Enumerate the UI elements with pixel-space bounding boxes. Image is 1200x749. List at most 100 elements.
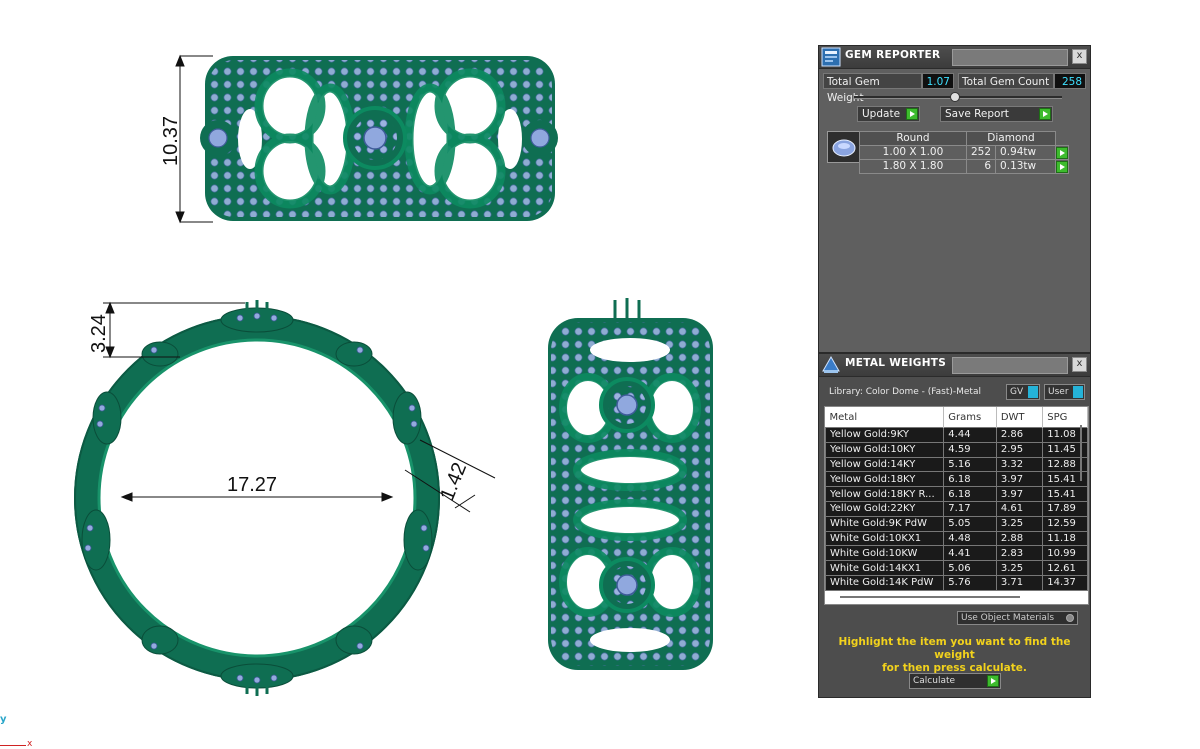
metal-row[interactable]: White Gold:9K PdW 5.05 3.25 12.59	[825, 515, 1088, 532]
user-dropdown[interactable]: User	[1044, 384, 1085, 400]
axis-x-label: x	[27, 739, 33, 749]
gem-size: 1.00 X 1.00	[859, 145, 967, 160]
metal-spg: 14.37	[1042, 574, 1088, 591]
gem-size: 1.80 X 1.80	[859, 159, 967, 174]
metal-name: Yellow Gold:10KY	[825, 441, 945, 458]
metal-row[interactable]: Yellow Gold:22KY 7.17 4.61 17.89	[825, 500, 1088, 517]
gem-reporter-close-button[interactable]: x	[1072, 49, 1087, 64]
calculate-button-label: Calculate	[913, 676, 956, 686]
gem-weight: 0.13tw	[995, 159, 1056, 174]
metal-column-header[interactable]: Metal	[825, 407, 945, 428]
save-report-arrow-icon	[1039, 108, 1051, 120]
metal-name: White Gold:10KW	[825, 545, 945, 562]
metal-row[interactable]: Yellow Gold:18KY 6.18 3.97 15.41	[825, 471, 1088, 488]
metal-name: White Gold:10KX1	[825, 530, 945, 547]
dimension-side-height-label: 3.24	[88, 314, 110, 353]
metal-row[interactable]: Yellow Gold:18KY R... 6.18 3.97 15.41	[825, 486, 1088, 502]
metal-spg: 17.89	[1042, 500, 1088, 517]
gem-row[interactable]: 1.80 X 1.80 6 0.13tw	[859, 159, 1069, 174]
metal-dwt: 2.88	[995, 530, 1044, 547]
gem-reporter-title: GEM REPORTER	[845, 49, 941, 61]
metal-spg: 12.59	[1042, 515, 1088, 532]
metal-grams: 4.44	[943, 427, 997, 443]
gem-weight: 0.94tw	[995, 145, 1056, 160]
metal-row[interactable]: Yellow Gold:9KY 4.44 2.86 11.08	[825, 427, 1088, 443]
top-view-ring	[200, 56, 558, 221]
metal-name: Yellow Gold:22KY	[825, 500, 945, 517]
metal-row[interactable]: White Gold:14K PdW 5.76 3.71 14.37	[825, 574, 1088, 591]
metal-table: Metal Grams DWT SPG Yellow Gold:9KY 4.44 2…	[825, 407, 1088, 591]
axis-x-line	[0, 745, 26, 746]
metal-dwt: 3.25	[995, 560, 1044, 576]
calculate-arrow-icon	[987, 675, 999, 687]
metal-name: White Gold:14KX1	[825, 560, 945, 576]
ring-drawing: 10.37 17.27 3.24 1.42	[74, 54, 713, 696]
metal-spg: 10.99	[1042, 545, 1088, 562]
metal-row[interactable]: White Gold:10KW 4.41 2.83 10.99	[825, 545, 1088, 562]
metal-grams: 5.06	[943, 560, 997, 576]
gem-count: 6	[965, 159, 997, 174]
metal-row[interactable]: White Gold:10KX1 4.48 2.88 11.18	[825, 530, 1088, 547]
save-report-button[interactable]: Save Report	[940, 106, 1053, 122]
metal-weights-icon	[821, 355, 841, 375]
metal-row[interactable]: White Gold:14KX1 5.06 3.25 12.61	[825, 560, 1088, 576]
axis-y-label: y	[0, 714, 7, 725]
calculate-button[interactable]: Calculate	[909, 673, 1001, 689]
metal-spg: 15.41	[1042, 486, 1088, 502]
metal-weights-close-button[interactable]: x	[1072, 357, 1087, 372]
metal-name: Yellow Gold:9KY	[825, 427, 945, 443]
metal-name: Yellow Gold:14KY	[825, 456, 945, 473]
dimension-top-height-label: 10.37	[160, 116, 182, 166]
metal-name: White Gold:14K PdW	[825, 574, 945, 591]
metal-weights-title: METAL WEIGHTS	[845, 357, 947, 369]
metal-name: White Gold:9K PdW	[825, 515, 945, 532]
total-gem-weight-value: 1.07	[922, 73, 954, 89]
use-object-materials-radio[interactable]	[1066, 614, 1074, 622]
gem-reporter-titlebar[interactable]: GEM REPORTER x	[819, 46, 1090, 69]
metal-dwt: 3.97	[995, 486, 1044, 502]
3d-viewport[interactable]: 10.37 17.27 3.24 1.42 y x	[0, 0, 815, 749]
round-gem-icon[interactable]	[827, 131, 861, 163]
metal-spg: 12.61	[1042, 560, 1088, 576]
metal-weights-titlebar[interactable]: METAL WEIGHTS x	[819, 354, 1090, 377]
metal-grams: 7.17	[943, 500, 997, 517]
metal-dwt: 3.97	[995, 471, 1044, 488]
gem-count: 252	[965, 145, 997, 160]
gem-shape-header: Round	[859, 131, 967, 146]
update-button[interactable]: Update	[857, 106, 920, 122]
side-view-ring	[548, 298, 713, 670]
metal-dwt: 3.71	[995, 574, 1044, 591]
gem-slider-handle[interactable]	[950, 92, 960, 102]
metal-row[interactable]: Yellow Gold:10KY 4.59 2.95 11.45	[825, 441, 1088, 458]
use-object-materials-option[interactable]: Use Object Materials	[957, 611, 1078, 625]
gem-row-arrow-icon[interactable]	[1056, 160, 1068, 173]
gv-dropdown-icon	[1028, 386, 1038, 398]
metal-grams: 6.18	[943, 471, 997, 488]
metal-row[interactable]: Yellow Gold:14KY 5.16 3.32 12.88	[825, 456, 1088, 473]
metal-spg: 11.18	[1042, 530, 1088, 547]
metal-weights-title-fill	[952, 357, 1068, 374]
use-object-materials-label: Use Object Materials	[961, 613, 1055, 623]
gem-table: Round Diamond 1.00 X 1.00 252 0.94tw 1.8…	[859, 131, 1069, 174]
gem-row-arrow-icon[interactable]	[1056, 146, 1068, 159]
metal-list[interactable]: Metal Grams DWT SPG Yellow Gold:9KY 4.44 2…	[824, 406, 1089, 605]
metal-list-horizontal-scrollbar[interactable]	[840, 596, 1020, 598]
metal-name: Yellow Gold:18KY R...	[825, 486, 945, 502]
user-dropdown-label: User	[1048, 387, 1069, 397]
dimension-band-width-label: 1.42	[436, 460, 471, 504]
dwt-column-header[interactable]: DWT	[996, 407, 1044, 428]
gv-dropdown[interactable]: GV	[1006, 384, 1040, 400]
gem-reporter-icon	[821, 47, 841, 67]
metal-grams: 5.05	[943, 515, 997, 532]
save-report-button-label: Save Report	[945, 108, 1009, 120]
calculate-hint: Highlight the item you want to find the …	[819, 636, 1090, 675]
gem-reporter-title-fill	[952, 49, 1068, 66]
metal-grams: 4.48	[943, 530, 997, 547]
metal-list-vertical-scrollbar[interactable]	[1080, 425, 1082, 481]
gv-dropdown-label: GV	[1010, 387, 1024, 397]
total-gem-count-label: Total Gem Count	[958, 73, 1054, 89]
metal-dwt: 3.25	[995, 515, 1044, 532]
grams-column-header[interactable]: Grams	[943, 407, 997, 428]
gem-reporter-panel: GEM REPORTER x Total Gem Weight 1.07 Tot…	[818, 45, 1091, 353]
gem-row[interactable]: 1.00 X 1.00 252 0.94tw	[859, 145, 1069, 160]
